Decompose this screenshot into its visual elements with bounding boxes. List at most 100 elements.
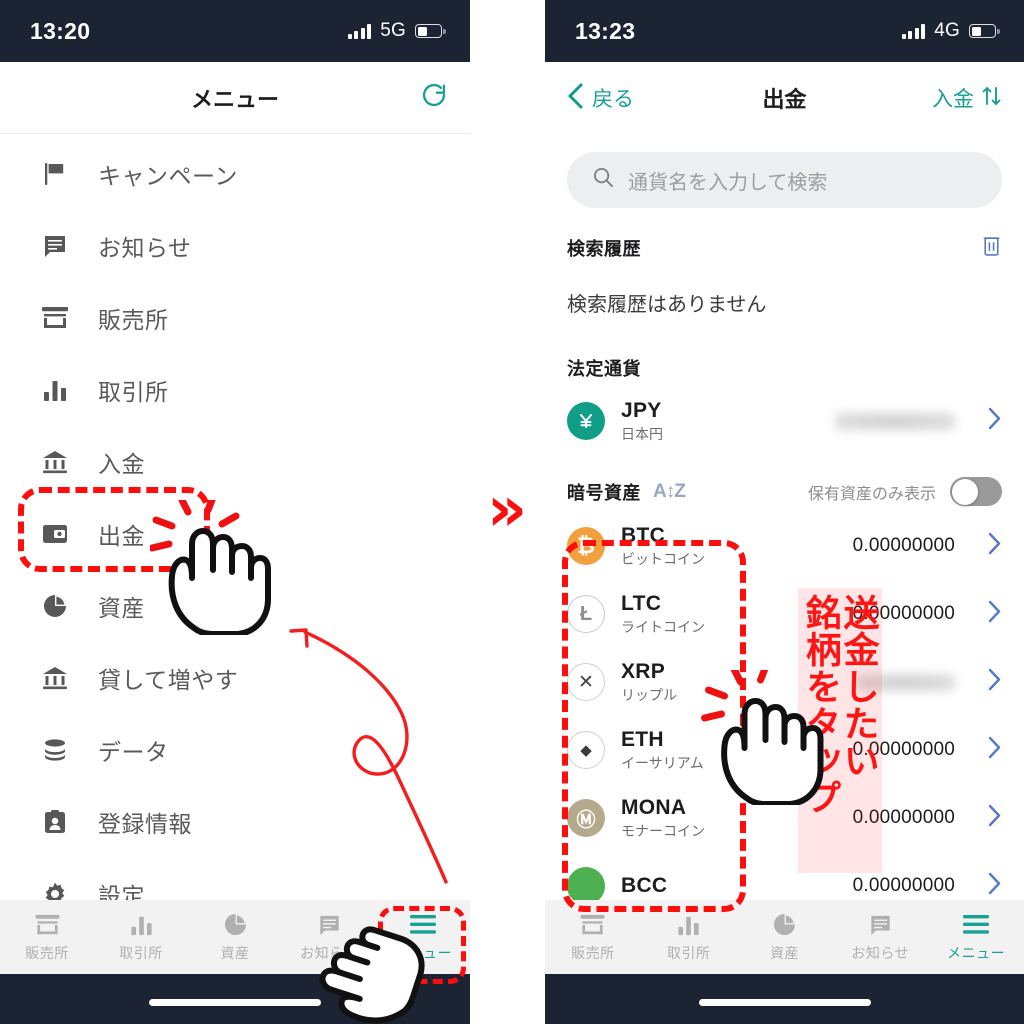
menu-item-data[interactable]: データ (0, 714, 470, 786)
monacoin-icon: Ⓜ (567, 799, 605, 837)
currency-name: イーサリアム (621, 754, 704, 771)
yen-coin-icon (567, 402, 605, 440)
list-item[interactable]: Ⓜ MONA モナーコイン 0.00000000 (545, 784, 1024, 852)
currency-symbol: ETH (621, 727, 664, 751)
balance-value: 0.00000000 (852, 875, 955, 896)
litecoin-icon: Ł (567, 595, 605, 633)
tab-label: 販売所 (571, 944, 615, 961)
tab-exchange[interactable]: 取引所 (641, 912, 737, 963)
battery-icon (969, 24, 1000, 38)
trash-icon[interactable] (981, 234, 1002, 262)
hamburger-icon (409, 912, 437, 938)
refresh-icon[interactable] (420, 81, 448, 114)
chevron-right-icon (987, 871, 1002, 901)
search-input[interactable]: 通貨名を入力して検索 (567, 152, 1002, 208)
currency-symbol: XRP (621, 659, 666, 683)
tab-notice[interactable]: お知らせ (832, 912, 928, 963)
currency-symbol: LTC (621, 591, 662, 615)
tab-notice[interactable]: お知らせ (282, 912, 376, 963)
tab-label: メニュー (947, 944, 1006, 961)
currency-name: モナーコイン (621, 822, 705, 839)
menu-item-label: お知らせ (98, 235, 192, 261)
signal-bars-icon (901, 23, 926, 39)
tab-menu[interactable]: メニュー (928, 912, 1024, 963)
chevron-right-icon (987, 735, 1002, 765)
tab-label: 資産 (769, 944, 799, 961)
tab-label: メニュー (394, 944, 452, 961)
currency-name: ライトコイン (621, 618, 705, 635)
tab-menu[interactable]: メニュー (376, 912, 470, 963)
crypto-section-header: 暗号資産 A↕Z 保有資産のみ表示 (545, 455, 1024, 506)
fiat-section-title: 法定通貨 (567, 359, 641, 379)
search-placeholder: 通貨名を入力して検索 (628, 171, 828, 194)
status-time: 13:20 (30, 17, 91, 44)
tab-assets[interactable]: 資産 (737, 912, 833, 963)
home-indicator (698, 999, 871, 1006)
chevron-left-icon (567, 82, 584, 114)
currency-symbol: JPY (621, 398, 662, 422)
currency-symbol: BCC (621, 874, 668, 897)
ripple-icon: ✕ (567, 663, 605, 701)
network-label: 4G (934, 20, 960, 41)
list-item[interactable]: ₿ BTC ビットコイン 0.00000000 (545, 512, 1024, 580)
store-icon (42, 305, 68, 331)
menu-item-withdraw[interactable]: 出金 (0, 498, 470, 570)
menu-list: キャンペーン お知らせ 販売所 取引所 入金 出金 資産 貸して増やす データ … (0, 134, 470, 930)
search-history-empty: 検索履歴はありません (567, 294, 767, 316)
chevron-right-icon (987, 531, 1002, 561)
screenshot-stage: 13:20 5G メニュー キャンペーン お知らせ 販売所 取引所 入金 出金 … (0, 0, 1024, 1024)
bar-chart-icon (677, 912, 700, 938)
menu-item-lending[interactable]: 貸して増やす (0, 642, 470, 714)
list-item[interactable]: Ł LTC ライトコイン 0.00000000 (545, 580, 1024, 648)
pie-chart-icon (224, 912, 247, 938)
owned-only-toggle[interactable] (950, 477, 1002, 506)
menu-item-label: 貸して増やす (98, 667, 239, 693)
menu-item-assets[interactable]: 資産 (0, 570, 470, 642)
swap-vertical-icon (981, 84, 1002, 113)
list-item[interactable]: JPY 日本円 (545, 387, 1024, 455)
tab-label: 取引所 (666, 944, 711, 961)
currency-name: リップル (621, 686, 677, 703)
network-label: 5G (380, 20, 406, 41)
home-indicator-area (0, 974, 470, 1024)
tab-sales-office[interactable]: 販売所 (0, 912, 94, 963)
sort-az-icon[interactable]: A↕Z (653, 481, 686, 503)
menu-item-exchange[interactable]: 取引所 (0, 354, 470, 426)
menu-item-sales-office[interactable]: 販売所 (0, 282, 470, 354)
chevron-right-icon (987, 406, 1002, 436)
search-history-title: 検索履歴 (567, 239, 641, 259)
menu-item-registration[interactable]: 登録情報 (0, 786, 470, 858)
tab-label: お知らせ (851, 944, 910, 961)
tab-assets[interactable]: 資産 (188, 912, 282, 963)
list-item[interactable]: ✕ XRP リップル (545, 648, 1024, 716)
page-title: メニュー (190, 86, 279, 112)
battery-icon (415, 24, 446, 38)
message-icon (42, 233, 68, 259)
chevron-right-icon (987, 667, 1002, 697)
menu-item-deposit[interactable]: 入金 (0, 426, 470, 498)
callout-line-1: 送金したい (838, 594, 880, 779)
currency-name: 日本円 (621, 425, 663, 442)
status-time: 13:23 (575, 17, 636, 44)
list-item[interactable]: ◆ ETH イーサリアム 0.00000000 (545, 716, 1024, 784)
tab-label: 販売所 (25, 944, 69, 961)
tab-sales-office[interactable]: 販売所 (545, 912, 641, 963)
menu-item-label: 販売所 (98, 307, 169, 333)
menu-item-label: 入金 (98, 451, 145, 477)
store-icon (35, 912, 60, 938)
chevron-right-icon (987, 803, 1002, 833)
menu-item-notice[interactable]: お知らせ (0, 210, 470, 282)
message-icon (869, 912, 892, 938)
bar-chart-icon (130, 912, 153, 938)
back-button[interactable]: 戻る (567, 82, 634, 114)
status-bar: 13:23 4G (545, 0, 1024, 62)
callout-text: 送金したい 銘柄をタップ (798, 588, 882, 873)
right-phone-screen: 13:23 4G 戻る 出金 入金 通貨名を入力して検索 検索履歴 検索履歴はあ… (545, 0, 1024, 1024)
left-tab-bar: 販売所 取引所 資産 お知らせ メニュー (0, 900, 470, 974)
crypto-list: ₿ BTC ビットコイン 0.00000000 Ł LTC ライトコイン 0.0… (545, 512, 1024, 920)
right-navbar: 戻る 出金 入金 (545, 62, 1024, 134)
tab-exchange[interactable]: 取引所 (94, 912, 188, 963)
deposit-action-button[interactable]: 入金 (932, 83, 1002, 113)
menu-item-campaign[interactable]: キャンペーン (0, 138, 470, 210)
bitcoin-icon: ₿ (567, 527, 605, 565)
